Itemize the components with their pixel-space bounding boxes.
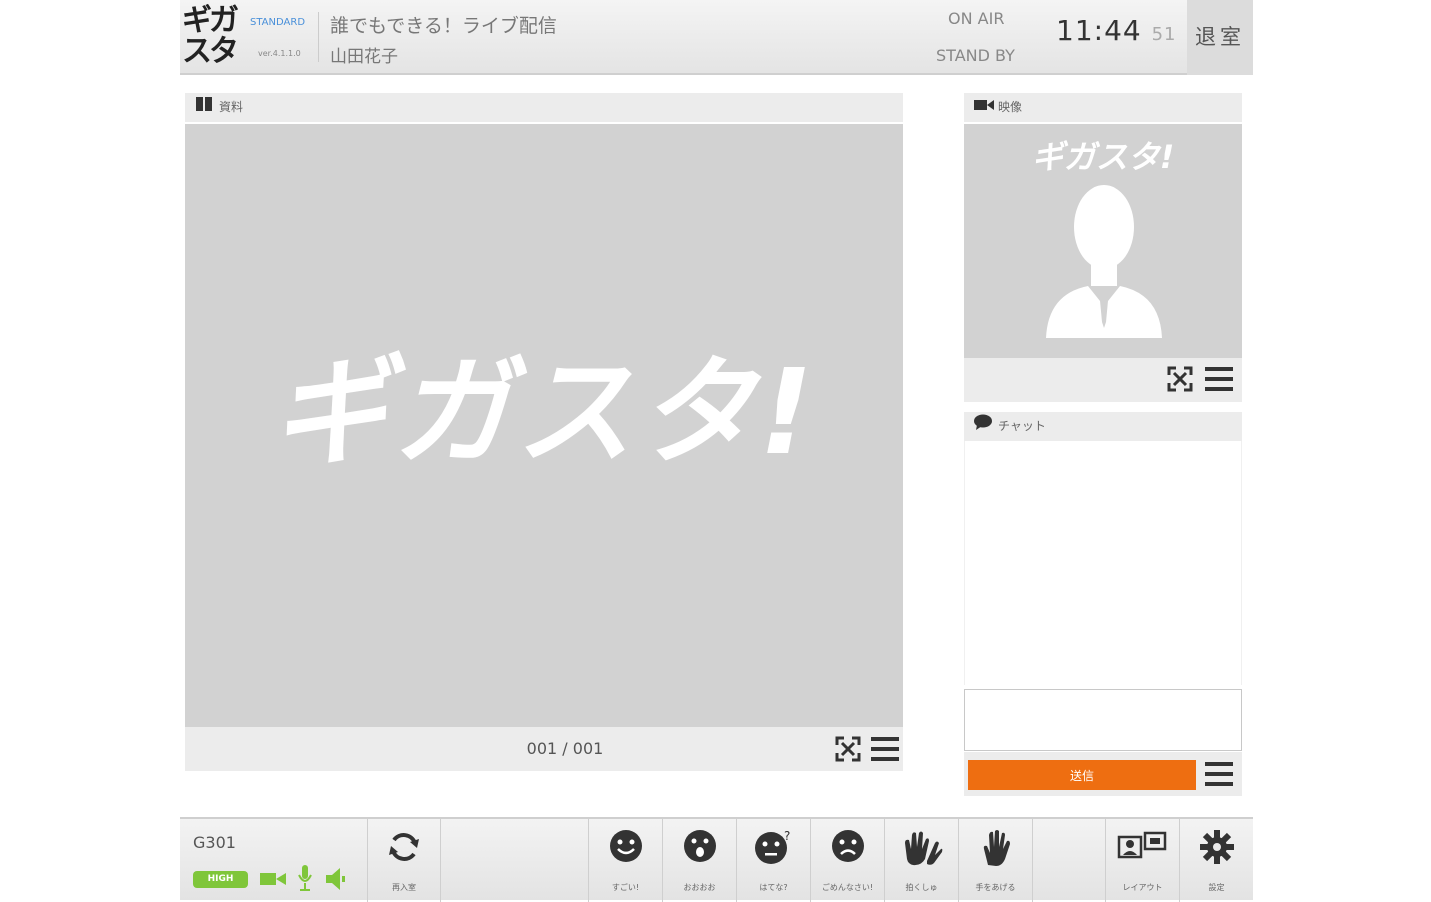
svg-text:?: ? [784, 829, 790, 843]
exit-room-button[interactable]: 退室 [1187, 0, 1253, 75]
menu-icon[interactable] [1202, 362, 1236, 396]
question-face-icon: ? [737, 829, 810, 865]
fullscreen-icon[interactable] [1163, 362, 1197, 396]
raised-hand-icon [959, 829, 1032, 867]
clock-hours-minutes: 11:44 [1056, 14, 1142, 47]
menu-icon[interactable] [868, 732, 902, 766]
document-placeholder-logo: ギガスタ! [271, 343, 817, 481]
room-code: G301 [193, 833, 236, 852]
video-camera-icon [974, 93, 994, 122]
refresh-icon [368, 829, 440, 865]
app-root: ギガスタ STANDARD ver.4.1.1.0 誰でもできる！ライブ配信 山… [180, 0, 1253, 902]
document-panel-footer: 001 / 001 [185, 727, 903, 771]
standby-status: STAND BY [936, 46, 1015, 65]
raise-hand-label: 手をあげる [975, 883, 1016, 892]
video-panel-header: 映像 [964, 93, 1242, 122]
menu-icon[interactable] [1202, 757, 1236, 791]
rejoin-label: 再入室 [392, 883, 416, 892]
reaction-label: 拍くしゅ [905, 883, 938, 892]
video-panel-footer [964, 358, 1242, 402]
reaction-button-ooo[interactable]: おおおお [663, 819, 737, 902]
room-title: 誰でもできる！ライブ配信 [330, 15, 557, 37]
connection-status-cell: G301 HIGH [180, 819, 368, 902]
reaction-label: ごめんなさい! [821, 883, 874, 892]
chat-log[interactable] [964, 441, 1242, 685]
chat-panel-title: チャット [998, 419, 1046, 433]
video-viewer[interactable]: ギガスタ! [964, 124, 1242, 358]
surprised-icon [663, 829, 736, 863]
user-name: 山田花子 [330, 47, 398, 67]
header-divider [318, 12, 319, 62]
edition-label: STANDARD [250, 17, 306, 28]
document-panel-header: 資料 [185, 93, 903, 122]
speaker-status-icon [326, 868, 345, 890]
document-viewer[interactable]: ギガスタ! [185, 124, 903, 727]
quality-badge: HIGH [193, 871, 248, 888]
reaction-button-clap[interactable]: 拍くしゅ [885, 819, 959, 902]
reaction-label: はてな? [759, 883, 788, 892]
fullscreen-icon[interactable] [831, 732, 865, 766]
reaction-label: すごい! [611, 883, 640, 892]
video-panel-title: 映像 [998, 100, 1023, 114]
version-label: ver.4.1.1.0 [258, 49, 301, 58]
header-bar: ギガスタ STANDARD ver.4.1.1.0 誰でもできる！ライブ配信 山… [180, 0, 1253, 75]
layout-label: レイアウト [1122, 883, 1163, 892]
reaction-button-sorry[interactable]: ごめんなさい! [811, 819, 885, 902]
document-panel-title: 資料 [219, 100, 244, 114]
settings-label: 設定 [1208, 883, 1225, 892]
bottom-toolbar: G301 HIGH 再入室 すごい! おおおお ? はてな? ごめんなさい! 拍… [180, 817, 1253, 902]
clapping-hands-icon [885, 829, 958, 867]
microphone-status-icon [298, 865, 312, 891]
rejoin-button[interactable]: 再入室 [368, 819, 441, 902]
chat-panel-header: チャット [964, 412, 1242, 441]
document-icon [195, 93, 213, 122]
reaction-label: おおおお [683, 883, 716, 892]
reaction-button-hatena[interactable]: ? はてな? [737, 819, 811, 902]
user-silhouette-icon [1046, 185, 1162, 338]
clock-seconds: 51 [1151, 24, 1177, 45]
toolbar-spacer [441, 819, 589, 902]
settings-button[interactable]: 設定 [1180, 819, 1253, 902]
send-button[interactable]: 送信 [968, 760, 1196, 790]
smile-icon [589, 829, 662, 863]
raise-hand-button[interactable]: 手をあげる [959, 819, 1033, 902]
layout-button[interactable]: レイアウト [1106, 819, 1180, 902]
clock: 11:44 51 [1056, 14, 1177, 47]
chat-input[interactable] [964, 689, 1242, 751]
app-logo: ギガスタ [182, 3, 239, 69]
video-placeholder-logo: ギガスタ! [1031, 138, 1175, 176]
gear-icon [1180, 829, 1253, 865]
camera-status-icon [260, 873, 286, 885]
sad-icon [811, 829, 884, 863]
speech-bubble-icon [974, 412, 992, 441]
toolbar-spacer [1033, 819, 1106, 902]
layout-icon [1106, 829, 1179, 863]
reaction-button-sugoi[interactable]: すごい! [589, 819, 663, 902]
onair-status: ON AIR [948, 9, 1005, 28]
